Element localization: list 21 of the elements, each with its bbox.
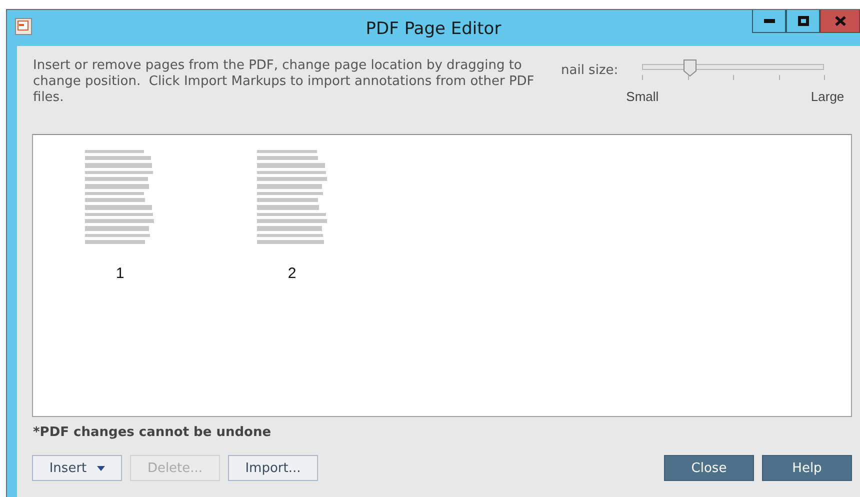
- minimize-icon: [764, 19, 774, 23]
- slider-min-label: Small: [626, 89, 659, 104]
- page-number: 1: [116, 265, 124, 282]
- close-icon: [834, 16, 846, 26]
- caret-icon: [96, 466, 105, 470]
- warning-note: *PDF changes cannot be undone: [33, 425, 272, 440]
- close-window-button[interactable]: [820, 10, 860, 33]
- action-button[interactable]: Close: [664, 455, 754, 481]
- slider-max-label: Large: [810, 89, 844, 104]
- window-title: PDF Page Editor: [366, 19, 502, 39]
- maximize-button[interactable]: [786, 10, 820, 33]
- slider-thumb[interactable]: [682, 59, 697, 77]
- slider-label: nail size:: [561, 63, 618, 80]
- app-icon: [15, 18, 32, 35]
- action-button[interactable]: Import...: [228, 455, 318, 481]
- dropdown-button[interactable]: Insert: [32, 455, 122, 481]
- instructions-text: Insert or remove pages from the PDF, change page location by dragging to change position. Click Import Markups to import annotations from other PDF files.: [33, 58, 536, 107]
- action-button[interactable]: Help: [762, 455, 852, 481]
- minimize-button[interactable]: [752, 10, 786, 33]
- page-number: 2: [288, 265, 296, 282]
- maximize-icon: [798, 16, 808, 26]
